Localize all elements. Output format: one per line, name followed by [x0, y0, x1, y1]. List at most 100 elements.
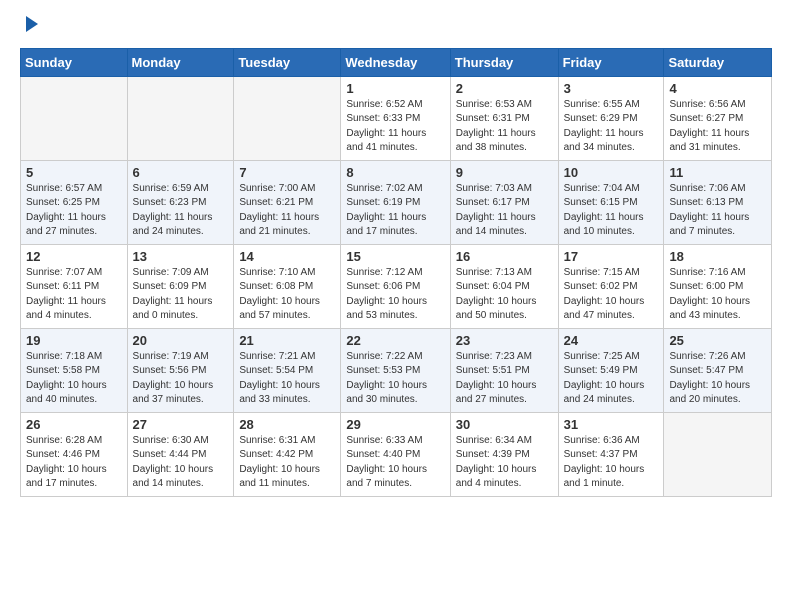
calendar-header-row: SundayMondayTuesdayWednesdayThursdayFrid… [21, 48, 772, 76]
day-info: Sunrise: 7:18 AM Sunset: 5:58 PM Dayligh… [26, 350, 122, 408]
day-info: Sunrise: 7:04 AM Sunset: 6:15 PM Dayligh… [564, 182, 659, 240]
day-info: Sunrise: 7:09 AM Sunset: 6:09 PM Dayligh… [133, 266, 229, 324]
calendar-week-row: 26 Sunrise: 6:28 AM Sunset: 4:46 PM Dayli… [21, 412, 772, 496]
day-number: 17 [564, 249, 659, 264]
day-info: Sunrise: 7:15 AM Sunset: 6:02 PM Dayligh… [564, 266, 659, 324]
calendar-cell: 24 Sunrise: 7:25 AM Sunset: 5:49 PM Dayli… [558, 328, 664, 412]
calendar-cell: 11 Sunrise: 7:06 AM Sunset: 6:13 PM Dayli… [664, 160, 772, 244]
day-info: Sunrise: 7:12 AM Sunset: 6:06 PM Dayligh… [346, 266, 444, 324]
header [20, 16, 772, 36]
day-number: 31 [564, 417, 659, 432]
calendar-cell: 14 Sunrise: 7:10 AM Sunset: 6:08 PM Dayli… [234, 244, 341, 328]
calendar-week-row: 19 Sunrise: 7:18 AM Sunset: 5:58 PM Dayli… [21, 328, 772, 412]
calendar-header-thursday: Thursday [450, 48, 558, 76]
day-info: Sunrise: 7:22 AM Sunset: 5:53 PM Dayligh… [346, 350, 444, 408]
day-number: 15 [346, 249, 444, 264]
day-number: 14 [239, 249, 335, 264]
day-number: 19 [26, 333, 122, 348]
calendar-cell: 22Sunrise: 7:22 AM Sunset: 5:53 PM Dayli… [341, 328, 450, 412]
calendar-cell: 28Sunrise: 6:31 AM Sunset: 4:42 PM Dayli… [234, 412, 341, 496]
day-number: 27 [133, 417, 229, 432]
day-number: 10 [564, 165, 659, 180]
calendar-header-saturday: Saturday [664, 48, 772, 76]
day-info: Sunrise: 7:07 AM Sunset: 6:11 PM Dayligh… [26, 266, 122, 324]
calendar-cell: 17 Sunrise: 7:15 AM Sunset: 6:02 PM Dayli… [558, 244, 664, 328]
day-number: 3 [564, 81, 659, 96]
calendar-cell: 6Sunrise: 6:59 AM Sunset: 6:23 PM Daylig… [127, 160, 234, 244]
logo [20, 16, 38, 36]
calendar-cell: 12 Sunrise: 7:07 AM Sunset: 6:11 PM Dayli… [21, 244, 128, 328]
calendar-cell [127, 76, 234, 160]
calendar-cell [664, 412, 772, 496]
calendar-cell: 27 Sunrise: 6:30 AM Sunset: 4:44 PM Dayli… [127, 412, 234, 496]
day-info: Sunrise: 7:16 AM Sunset: 6:00 PM Dayligh… [669, 266, 766, 324]
calendar-header-friday: Friday [558, 48, 664, 76]
day-info: Sunrise: 6:34 AM Sunset: 4:39 PM Dayligh… [456, 434, 553, 492]
calendar-cell: 26 Sunrise: 6:28 AM Sunset: 4:46 PM Dayli… [21, 412, 128, 496]
day-info: Sunrise: 6:31 AM Sunset: 4:42 PM Dayligh… [239, 434, 335, 492]
day-number: 30 [456, 417, 553, 432]
day-number: 8 [346, 165, 444, 180]
calendar-table: SundayMondayTuesdayWednesdayThursdayFrid… [20, 48, 772, 497]
day-info: Sunrise: 6:53 AM Sunset: 6:31 PM Dayligh… [456, 98, 553, 156]
page: SundayMondayTuesdayWednesdayThursdayFrid… [0, 0, 792, 513]
calendar-cell [234, 76, 341, 160]
day-info: Sunrise: 6:30 AM Sunset: 4:44 PM Dayligh… [133, 434, 229, 492]
day-info: Sunrise: 6:33 AM Sunset: 4:40 PM Dayligh… [346, 434, 444, 492]
calendar-header-tuesday: Tuesday [234, 48, 341, 76]
day-info: Sunrise: 7:06 AM Sunset: 6:13 PM Dayligh… [669, 182, 766, 240]
day-number: 13 [133, 249, 229, 264]
day-number: 24 [564, 333, 659, 348]
calendar-cell: 10 Sunrise: 7:04 AM Sunset: 6:15 PM Dayli… [558, 160, 664, 244]
day-info: Sunrise: 6:59 AM Sunset: 6:23 PM Dayligh… [133, 182, 229, 240]
day-info: Sunrise: 7:26 AM Sunset: 5:47 PM Dayligh… [669, 350, 766, 408]
day-number: 4 [669, 81, 766, 96]
day-number: 12 [26, 249, 122, 264]
calendar-cell: 1Sunrise: 6:52 AM Sunset: 6:33 PM Daylig… [341, 76, 450, 160]
calendar-cell: 4Sunrise: 6:56 AM Sunset: 6:27 PM Daylig… [664, 76, 772, 160]
day-info: Sunrise: 7:25 AM Sunset: 5:49 PM Dayligh… [564, 350, 659, 408]
calendar-cell: 31Sunrise: 6:36 AM Sunset: 4:37 PM Dayli… [558, 412, 664, 496]
day-number: 21 [239, 333, 335, 348]
day-number: 25 [669, 333, 766, 348]
day-number: 11 [669, 165, 766, 180]
day-info: Sunrise: 7:10 AM Sunset: 6:08 PM Dayligh… [239, 266, 335, 324]
day-number: 29 [346, 417, 444, 432]
logo-arrow-icon [26, 16, 38, 32]
calendar-cell: 25 Sunrise: 7:26 AM Sunset: 5:47 PM Dayli… [664, 328, 772, 412]
calendar-cell: 20 Sunrise: 7:19 AM Sunset: 5:56 PM Dayli… [127, 328, 234, 412]
day-info: Sunrise: 6:55 AM Sunset: 6:29 PM Dayligh… [564, 98, 659, 156]
calendar-week-row: 1Sunrise: 6:52 AM Sunset: 6:33 PM Daylig… [21, 76, 772, 160]
calendar-cell: 5Sunrise: 6:57 AM Sunset: 6:25 PM Daylig… [21, 160, 128, 244]
calendar-cell: 16Sunrise: 7:13 AM Sunset: 6:04 PM Dayli… [450, 244, 558, 328]
calendar-cell: 7Sunrise: 7:00 AM Sunset: 6:21 PM Daylig… [234, 160, 341, 244]
calendar-cell: 13 Sunrise: 7:09 AM Sunset: 6:09 PM Dayli… [127, 244, 234, 328]
calendar-header-monday: Monday [127, 48, 234, 76]
calendar-cell: 3 Sunrise: 6:55 AM Sunset: 6:29 PM Daylig… [558, 76, 664, 160]
calendar-cell: 9 Sunrise: 7:03 AM Sunset: 6:17 PM Daylig… [450, 160, 558, 244]
day-number: 9 [456, 165, 553, 180]
calendar-cell: 2 Sunrise: 6:53 AM Sunset: 6:31 PM Daylig… [450, 76, 558, 160]
day-info: Sunrise: 7:03 AM Sunset: 6:17 PM Dayligh… [456, 182, 553, 240]
calendar-cell: 30 Sunrise: 6:34 AM Sunset: 4:39 PM Dayli… [450, 412, 558, 496]
day-number: 1 [346, 81, 444, 96]
calendar-cell: 15 Sunrise: 7:12 AM Sunset: 6:06 PM Dayli… [341, 244, 450, 328]
day-info: Sunrise: 7:13 AM Sunset: 6:04 PM Dayligh… [456, 266, 553, 324]
day-number: 26 [26, 417, 122, 432]
calendar-header-sunday: Sunday [21, 48, 128, 76]
day-info: Sunrise: 6:28 AM Sunset: 4:46 PM Dayligh… [26, 434, 122, 492]
calendar-cell: 18 Sunrise: 7:16 AM Sunset: 6:00 PM Dayli… [664, 244, 772, 328]
calendar-cell: 21Sunrise: 7:21 AM Sunset: 5:54 PM Dayli… [234, 328, 341, 412]
day-info: Sunrise: 7:00 AM Sunset: 6:21 PM Dayligh… [239, 182, 335, 240]
day-number: 2 [456, 81, 553, 96]
day-info: Sunrise: 7:23 AM Sunset: 5:51 PM Dayligh… [456, 350, 553, 408]
calendar-week-row: 5Sunrise: 6:57 AM Sunset: 6:25 PM Daylig… [21, 160, 772, 244]
calendar-cell: 19 Sunrise: 7:18 AM Sunset: 5:58 PM Dayli… [21, 328, 128, 412]
day-number: 18 [669, 249, 766, 264]
day-number: 20 [133, 333, 229, 348]
calendar-cell: 23Sunrise: 7:23 AM Sunset: 5:51 PM Dayli… [450, 328, 558, 412]
calendar-cell [21, 76, 128, 160]
day-info: Sunrise: 7:19 AM Sunset: 5:56 PM Dayligh… [133, 350, 229, 408]
calendar-week-row: 12 Sunrise: 7:07 AM Sunset: 6:11 PM Dayli… [21, 244, 772, 328]
day-info: Sunrise: 7:02 AM Sunset: 6:19 PM Dayligh… [346, 182, 444, 240]
